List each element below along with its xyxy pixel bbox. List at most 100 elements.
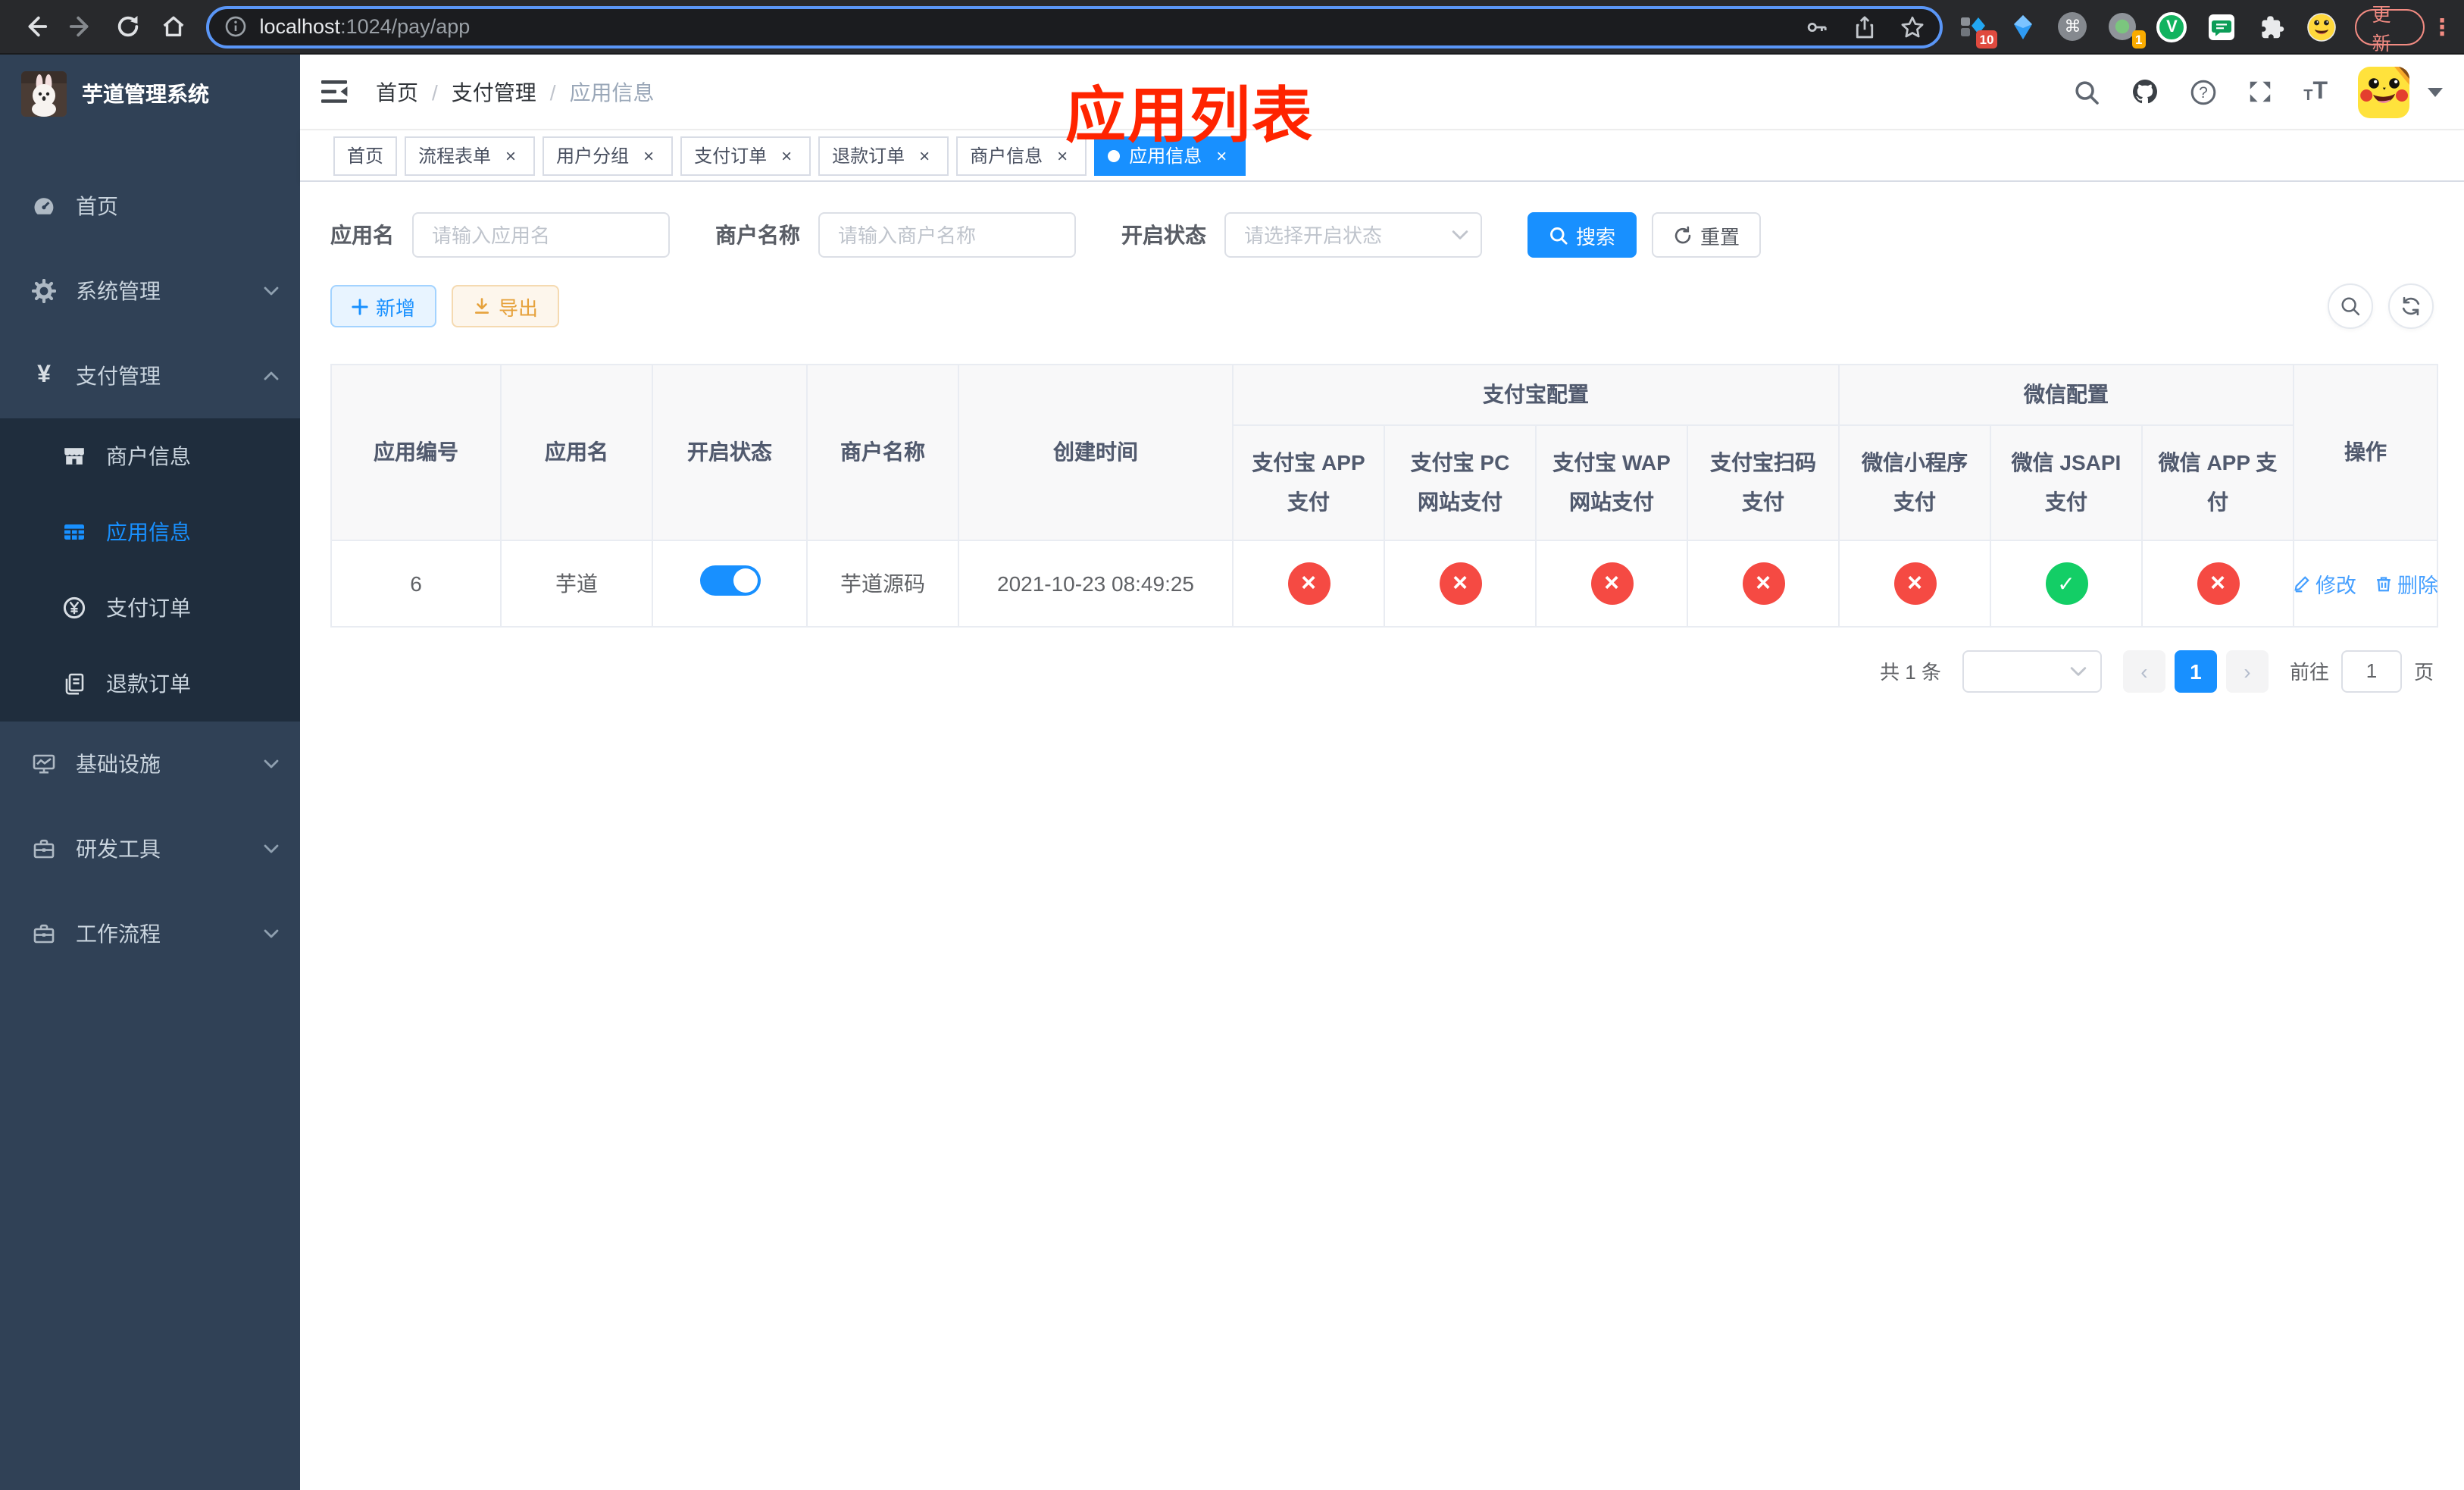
sidebar-fold-icon[interactable] [321,79,352,105]
profile-emoji-icon[interactable] [2307,11,2337,42]
search-icon[interactable] [2073,78,2100,105]
delete-link[interactable]: 删除 [2375,568,2438,598]
breadcrumb-home[interactable]: 首页 [376,77,418,107]
tab-process-form[interactable]: 流程表单 × [405,136,536,175]
sidebar-item-workflow[interactable]: 工作流程 [0,891,300,976]
alipay-wap-status-icon [1590,562,1633,605]
url-bar[interactable]: localhost:1024/pay/app [206,5,1943,48]
sidebar-item-refund-orders[interactable]: 退款订单 [0,646,300,722]
sidebar-item-home[interactable]: 首页 [0,164,300,249]
group-header-wechat: 微信配置 [1837,364,2295,426]
browser-home-button[interactable] [154,5,194,48]
password-key-icon[interactable] [1806,14,1830,39]
payment-submenu: 商户信息 应用信息 支付订单 退款订单 [0,418,300,722]
share-icon[interactable] [1854,14,1877,39]
alipay-qr-status-icon [1742,562,1784,605]
col-header-alipay-qr: 支付宝扫码支付 [1687,424,1840,541]
tab-home[interactable]: 首页 [333,136,398,175]
gear-icon [30,279,58,303]
merchant-name-label: 商户名称 [715,223,800,247]
sidebar-item-infrastructure[interactable]: 基础设施 [0,722,300,806]
status-toggle[interactable] [699,565,760,596]
browser-menu-icon[interactable]: ⋮ [2431,13,2453,40]
page-size-select[interactable] [1962,650,2102,693]
sidebar-item-label: 工作流程 [76,922,161,946]
sidebar-item-system[interactable]: 系统管理 [0,249,300,333]
extensions-bar: 10 ⌘ 1 V [1959,11,2337,48]
tab-refund-orders[interactable]: 退款订单 × [818,136,949,175]
close-icon[interactable]: × [638,145,659,166]
app-name-input[interactable] [412,212,670,258]
sidebar-item-label: 基础设施 [76,752,161,776]
font-size-icon[interactable]: TT [2303,79,2328,104]
fullscreen-icon[interactable] [2247,79,2273,105]
cell-app-id: 6 [330,539,502,628]
cell-app-name: 芋道 [500,539,653,628]
browser-back-button[interactable] [15,5,55,48]
goto-page-input[interactable] [2340,650,2402,693]
refresh-button[interactable] [2388,283,2434,329]
extension-recorder-icon[interactable]: 1 [2107,11,2147,48]
reset-button[interactable]: 重置 [1652,212,1762,258]
sidebar-item-pay-orders[interactable]: 支付订单 [0,570,300,646]
browser-forward-button[interactable] [61,5,102,48]
next-page-button[interactable]: › [2225,650,2269,693]
extension-gem-icon[interactable] [2009,11,2039,42]
extension-v-icon[interactable]: V [2156,11,2187,42]
extensions-puzzle-icon[interactable] [2257,11,2287,42]
site-info-icon[interactable] [225,15,248,38]
chevron-down-icon [264,286,279,296]
prev-page-button[interactable]: ‹ [2122,650,2165,693]
edit-link[interactable]: 修改 [2293,568,2356,598]
search-button[interactable]: 搜索 [1527,212,1637,258]
top-navbar: 首页 / 支付管理 / 应用信息 ? T T [300,55,2464,130]
help-icon[interactable]: ? [2190,78,2217,105]
chevron-up-icon [264,371,279,380]
extension-chat-icon[interactable] [2207,11,2237,42]
close-icon[interactable]: × [1211,145,1232,166]
sidebar-item-payment[interactable]: ¥ 支付管理 [0,333,300,418]
tab-app-info[interactable]: 应用信息 × [1094,136,1246,175]
tab-merchant-info[interactable]: 商户信息 × [956,136,1087,175]
bookmark-star-icon[interactable] [1901,14,1925,39]
goto-unit: 页 [2413,661,2434,684]
chrome-update-button[interactable]: 更新 [2355,4,2425,54]
sidebar-item-label: 应用信息 [106,520,191,544]
sidebar-item-merchant-info[interactable]: 商户信息 [0,418,300,494]
toggle-search-button[interactable] [2328,283,2373,329]
page-content: 应用名 商户名称 开启状态 [300,182,2464,1490]
sidebar-item-label: 退款订单 [106,671,191,696]
user-avatar[interactable] [2358,66,2409,117]
sidebar-logo-row[interactable]: 芋道管理系统 [0,55,300,133]
tab-user-group[interactable]: 用户分组 × [543,136,674,175]
col-header-app-id: 应用编号 [330,364,502,541]
close-icon[interactable]: × [914,145,935,166]
url-host: localhost [259,15,341,38]
tab-pay-orders[interactable]: 支付订单 × [680,136,811,175]
merchant-name-input[interactable] [818,212,1076,258]
col-header-wx-app: 微信 APP 支付 [2140,424,2295,541]
add-button[interactable]: 新增 [330,285,437,327]
browser-reload-button[interactable] [108,5,148,48]
close-icon[interactable]: × [500,145,521,166]
app-title: 芋道管理系统 [82,82,209,106]
total-count: 共 1 条 [1880,661,1941,684]
export-button[interactable]: 导出 [452,285,560,327]
caret-down-icon[interactable] [2428,87,2443,96]
page-1-button[interactable]: 1 [2174,650,2217,693]
sidebar-item-label: 商户信息 [106,444,191,468]
sidebar-item-app-info[interactable]: 应用信息 [0,494,300,570]
shop-icon [61,444,88,468]
briefcase-icon [30,922,58,946]
svg-text:?: ? [2199,83,2208,101]
close-icon[interactable]: × [776,145,797,166]
github-icon[interactable] [2131,77,2159,106]
chevron-down-icon [264,929,279,938]
extension-sketch-icon[interactable]: 10 [1959,11,1998,48]
extension-command-icon[interactable]: ⌘ [2058,12,2087,41]
alipay-pc-status-icon [1439,562,1481,605]
status-select[interactable] [1224,212,1482,258]
close-icon[interactable]: × [1052,145,1073,166]
yen-icon: ¥ [37,362,51,388]
sidebar-item-dev-tools[interactable]: 研发工具 [0,806,300,891]
